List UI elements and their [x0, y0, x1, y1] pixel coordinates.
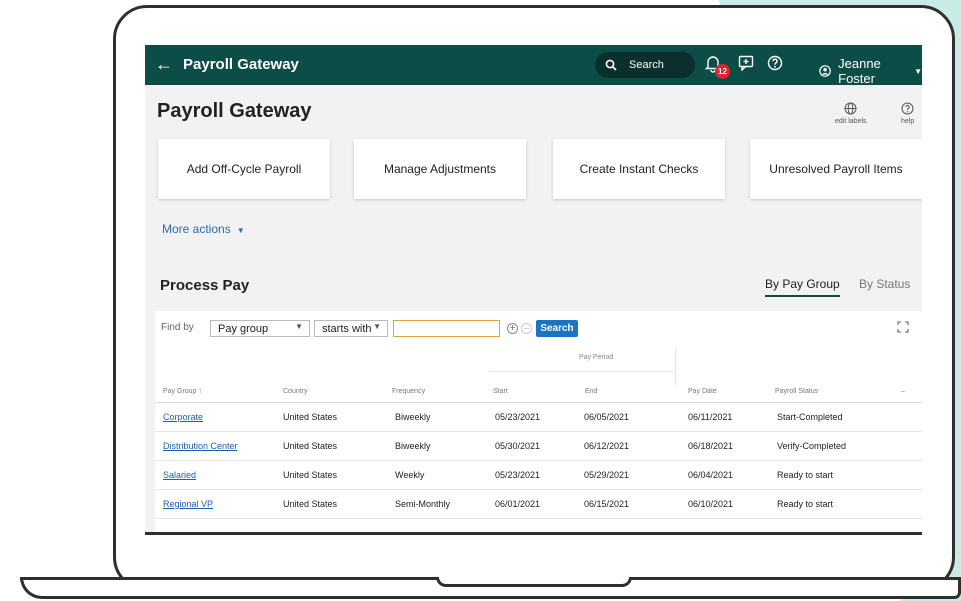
end-cell: 05/29/2021 [584, 470, 630, 480]
add-off-cycle-payroll-card[interactable]: Add Off-Cycle Payroll [158, 139, 330, 199]
col-payroll-status[interactable]: Payroll Status [775, 388, 818, 395]
column-divider [675, 349, 676, 385]
pay-date-cell: 06/10/2021 [688, 499, 734, 509]
frequency-cell: Biweekly [395, 412, 431, 422]
pay-period-label: Pay Period [579, 354, 614, 361]
page-title: Payroll Gateway [157, 100, 312, 122]
col-pay-group-label: Pay Group [163, 388, 197, 395]
status-cell: Ready to start [777, 470, 834, 480]
column-menu-icon[interactable]: – [901, 388, 905, 395]
caret-down-icon: ▼ [914, 66, 922, 76]
arrow-left-icon[interactable]: ← [155, 54, 173, 75]
tab-by-pay-group[interactable]: By Pay Group [765, 277, 840, 297]
pay-group-link[interactable]: Salaried [163, 470, 196, 480]
global-search[interactable]: Search [595, 52, 695, 78]
more-actions-link[interactable]: More actions ▼ [162, 222, 245, 236]
laptop-notch [436, 577, 632, 587]
help-icon[interactable] [767, 55, 783, 71]
search-label: Search [629, 59, 664, 71]
tab-by-status[interactable]: By Status [859, 277, 910, 291]
col-frequency[interactable]: Frequency [392, 388, 425, 395]
help-tool[interactable]: help [901, 102, 914, 125]
user-avatar-icon [819, 65, 831, 77]
status-cell: Verify-Completed [777, 441, 847, 451]
start-cell: 05/23/2021 [495, 412, 541, 422]
country-cell: United States [283, 499, 338, 509]
end-cell: 06/12/2021 [584, 441, 630, 451]
pay-date-cell: 06/18/2021 [688, 441, 734, 451]
status-cell: Ready to start [777, 499, 834, 509]
find-by-label: Find by [161, 322, 194, 333]
process-pay-panel: Find by Pay group ▼ starts with ▼ + – Se… [155, 311, 922, 532]
user-name: Jeanne Foster [838, 56, 881, 86]
start-cell: 05/23/2021 [495, 470, 541, 480]
sort-icon: ↑ [198, 388, 202, 395]
search-icon [605, 59, 617, 71]
edit-labels-text: edit labels [835, 118, 867, 125]
frequency-cell: Weekly [395, 470, 425, 480]
more-actions-label: More actions [162, 222, 231, 236]
globe-icon [844, 102, 857, 115]
operator-select-value: starts with [322, 322, 372, 335]
add-condition-icon[interactable]: + [507, 323, 518, 334]
frequency-cell: Biweekly [395, 441, 431, 451]
table-row: Corporate United States Biweekly 05/23/2… [155, 403, 922, 432]
help-circle-icon [901, 102, 914, 115]
help-text: help [901, 118, 915, 125]
edit-labels-tool[interactable]: edit labels [835, 102, 867, 125]
pay-group-link[interactable]: Regional VP [163, 499, 213, 509]
table-row: Salaried United States Weekly 05/23/2021… [155, 461, 922, 490]
field-select[interactable]: Pay group ▼ [210, 320, 310, 337]
pay-date-cell: 06/11/2021 [688, 412, 733, 422]
expand-icon[interactable] [897, 321, 909, 333]
pay-date-cell: 06/04/2021 [688, 470, 734, 480]
caret-down-icon: ▼ [236, 226, 245, 235]
unresolved-payroll-items-card[interactable]: Unresolved Payroll Items [750, 139, 922, 199]
app-title: Payroll Gateway [183, 56, 299, 73]
end-cell: 06/15/2021 [584, 499, 630, 509]
search-button[interactable]: Search [536, 320, 578, 337]
col-pay-group[interactable]: Pay Group ↑ [163, 388, 202, 395]
frequency-cell: Semi-Monthly [395, 499, 451, 509]
col-end[interactable]: End [585, 388, 597, 395]
search-input[interactable] [393, 320, 500, 337]
start-cell: 05/30/2021 [495, 441, 541, 451]
feedback-icon[interactable] [738, 55, 754, 71]
remove-condition-icon[interactable]: – [521, 323, 532, 334]
col-pay-date[interactable]: Pay Date [688, 388, 717, 395]
start-cell: 06/01/2021 [495, 499, 541, 509]
status-cell: Start-Completed [777, 412, 843, 422]
dropdown-arrow-icon: ▼ [295, 322, 303, 331]
table-row: Distribution Center United States Biweek… [155, 432, 922, 461]
dropdown-arrow-icon: ▼ [373, 322, 381, 331]
process-pay-title: Process Pay [160, 277, 250, 294]
app-screen: ← Payroll Gateway Search 12 Jeanne Foste… [145, 45, 922, 535]
notification-badge: 12 [715, 64, 730, 79]
top-bar: ← Payroll Gateway Search 12 Jeanne Foste… [145, 45, 922, 86]
pay-group-link[interactable]: Corporate [163, 412, 203, 422]
user-menu[interactable]: Jeanne Foster ▼ [819, 56, 922, 86]
operator-select[interactable]: starts with ▼ [314, 320, 388, 337]
country-cell: United States [283, 412, 338, 422]
manage-adjustments-card[interactable]: Manage Adjustments [354, 139, 526, 199]
country-cell: United States [283, 470, 338, 480]
country-cell: United States [283, 441, 338, 451]
pay-group-link[interactable]: Distribution Center [163, 441, 238, 451]
table-row: Regional VP United States Semi-Monthly 0… [155, 490, 922, 519]
pay-period-divider [489, 371, 674, 372]
create-instant-checks-card[interactable]: Create Instant Checks [553, 139, 725, 199]
col-country[interactable]: Country [283, 388, 308, 395]
field-select-value: Pay group [218, 322, 269, 335]
col-start[interactable]: Start [493, 388, 508, 395]
end-cell: 06/05/2021 [584, 412, 630, 422]
